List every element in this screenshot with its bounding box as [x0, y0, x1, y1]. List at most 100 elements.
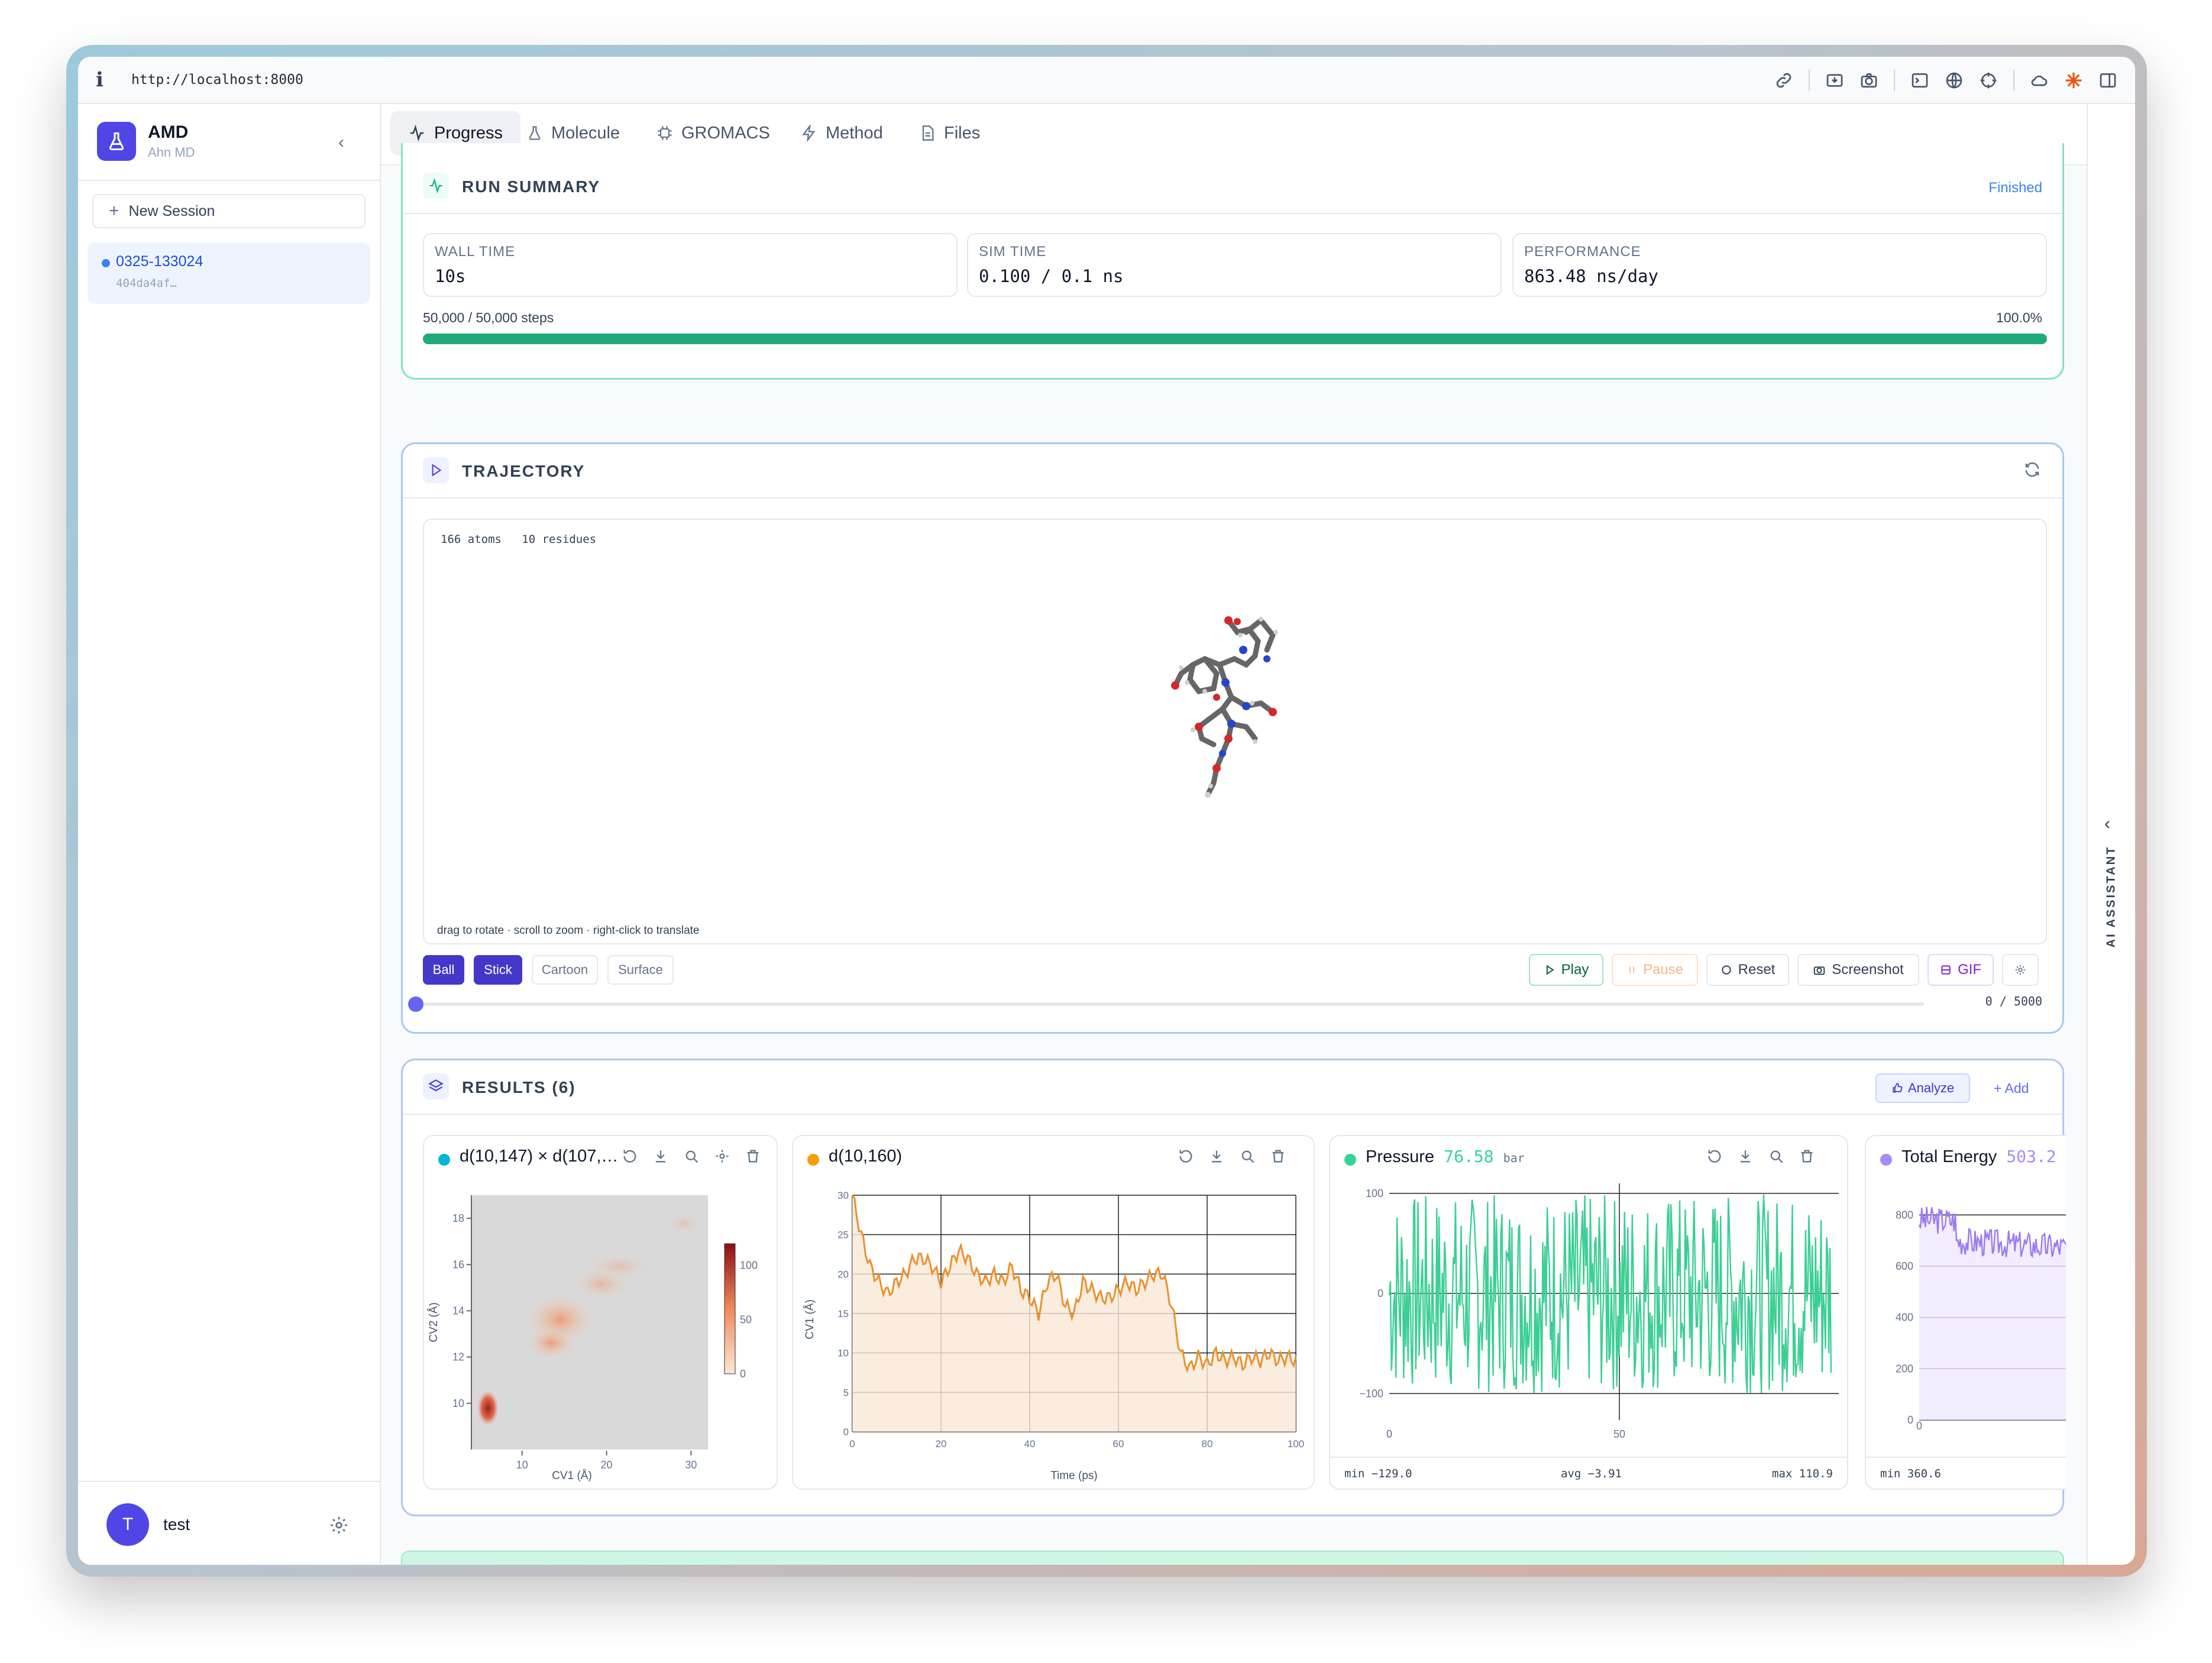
stat-avg: avg −3.91: [1561, 1467, 1622, 1480]
download-icon[interactable]: [652, 1148, 670, 1166]
browser-toolbar: i http://localhost:8000: [78, 57, 2135, 104]
collapse-sidebar-icon[interactable]: ‹: [338, 132, 344, 153]
heatmap-chart: 10 12 14 16 18 10 20 30 CV1 (Å) CV2 (Å) 0 50 100: [428, 1195, 758, 1482]
app-subtitle: Ahn MD: [148, 145, 195, 160]
results-title: RESULTS (6): [462, 1078, 576, 1096]
card-actions: [622, 1148, 762, 1166]
refresh-icon[interactable]: [1706, 1148, 1724, 1166]
expand-assistant-icon[interactable]: ‹: [2104, 814, 2110, 834]
refresh-icon[interactable]: [2023, 461, 2042, 480]
series-dot: [1344, 1154, 1356, 1166]
result-card-distance[interactable]: d(10,160) 0 5 10 15 20 25 30 0 20 40 60 80 100 Time …: [792, 1135, 1315, 1490]
thumb-icon: [1893, 1083, 1903, 1093]
cloud-icon[interactable]: [2030, 71, 2049, 90]
density-region: [667, 1214, 702, 1233]
steps-text: 50,000 / 50,000 steps: [423, 310, 554, 325]
residue-count: 10 residues: [522, 533, 597, 546]
trash-icon[interactable]: [1799, 1148, 1816, 1166]
result-value: 503.2: [2006, 1147, 2056, 1166]
card-divider: [403, 497, 2062, 499]
density-region: [590, 1254, 649, 1278]
stat-value: 0.100 / 0.1 ns: [979, 266, 1124, 286]
trash-icon[interactable]: [745, 1148, 762, 1166]
pressure-chart: −100 0 100 0 50: [1359, 1183, 1839, 1440]
refresh-icon[interactable]: [622, 1148, 639, 1166]
spark-icon[interactable]: [2064, 71, 2083, 90]
style-surface-button[interactable]: Surface: [607, 955, 674, 985]
viewer-settings-button[interactable]: [2002, 954, 2039, 986]
style-stick-button[interactable]: Stick: [474, 955, 522, 985]
sim-time-stat: SIM TIME 0.100 / 0.1 ns: [967, 233, 1502, 297]
sidebar-divider: [78, 180, 380, 181]
camera-icon[interactable]: [1859, 71, 1878, 90]
reset-button[interactable]: Reset: [1706, 954, 1789, 986]
settings-gear-icon[interactable]: [329, 1515, 349, 1535]
result-card-energy[interactable]: Total Energy 503.2 0 200 400 600 800 0 min 36…: [1865, 1135, 2066, 1490]
ai-assistant-label: AI ASSISTANT: [2104, 845, 2118, 948]
frame-slider-handle[interactable]: [408, 996, 423, 1012]
gear-icon[interactable]: [714, 1148, 732, 1166]
app-name: AMD: [148, 122, 189, 142]
stats-footer: min 360.6: [1866, 1457, 2066, 1489]
refresh-icon[interactable]: [1178, 1148, 1195, 1166]
x-ticks: 10 20 30: [516, 1451, 697, 1471]
style-ball-button[interactable]: Ball: [423, 955, 464, 985]
screenshot-button[interactable]: Screenshot: [1797, 954, 1919, 986]
download-icon[interactable]: [1208, 1148, 1226, 1166]
y-tick-label: 20: [837, 1269, 849, 1280]
session-item[interactable]: 0325-133024 404da4af…: [88, 242, 370, 304]
play-button[interactable]: Play: [1529, 954, 1603, 986]
user-name: test: [163, 1515, 190, 1533]
wall-time-stat: WALL TIME 10s: [423, 233, 958, 297]
zoom-icon[interactable]: [1768, 1148, 1786, 1166]
avatar[interactable]: T: [106, 1503, 149, 1546]
x-axis-label: CV1 (Å): [552, 1470, 592, 1482]
progress-percent: 100.0%: [1996, 310, 2042, 325]
x-tick-label: 30: [685, 1459, 697, 1471]
zoom-icon[interactable]: [683, 1148, 701, 1166]
gear-icon: [2015, 965, 2026, 975]
atom-count: 166 atoms: [441, 533, 502, 546]
trash-icon[interactable]: [1270, 1148, 1288, 1166]
download-icon[interactable]: [1737, 1148, 1755, 1166]
ai-assistant-panel[interactable]: ‹ AI ASSISTANT: [2087, 104, 2135, 1565]
result-card-pressure[interactable]: Pressure 76.58 bar −100 0 100 0 50 min −129.…: [1329, 1135, 1848, 1490]
result-card-heatmap[interactable]: d(10,147) × d(107,… 10 12 14 16 18 10 20…: [423, 1135, 778, 1490]
series-dot: [1880, 1154, 1892, 1166]
card-actions: [1178, 1148, 1288, 1166]
analyze-button[interactable]: Analyze: [1875, 1073, 1970, 1103]
x-tick-label: 10: [516, 1459, 528, 1471]
tab-label: Progress: [434, 123, 503, 143]
download-icon[interactable]: [1825, 71, 1844, 90]
result-title: Pressure: [1366, 1147, 1435, 1166]
frame-counter: 0 / 5000: [1985, 994, 2042, 1008]
density-peak: [477, 1390, 499, 1426]
link-icon[interactable]: [1774, 71, 1793, 90]
globe-icon[interactable]: [1945, 71, 1964, 90]
energy-chart: 0 200 400 600 800 0: [1896, 1206, 2066, 1432]
style-cartoon-button[interactable]: Cartoon: [532, 955, 598, 985]
plus-icon: +: [109, 201, 119, 221]
frame-slider[interactable]: [408, 996, 1924, 1012]
gif-label: GIF: [1958, 962, 1981, 978]
flask-icon: [529, 126, 541, 140]
pause-button[interactable]: Pause: [1612, 954, 1698, 986]
zoom-icon[interactable]: [1239, 1148, 1257, 1166]
result-unit: bar: [1503, 1151, 1525, 1165]
y-tick-label: 30: [837, 1190, 849, 1201]
y-tick-label: 16: [452, 1258, 464, 1270]
add-result-button[interactable]: + Add: [1994, 1080, 2029, 1096]
bolt-icon: [802, 125, 816, 141]
crosshair-icon[interactable]: [1979, 71, 1998, 90]
info-icon[interactable]: i: [96, 68, 131, 92]
run-summary-card: RUN SUMMARY Finished WALL TIME 10s SIM T…: [401, 143, 2064, 380]
molecule-viewer[interactable]: 166 atoms 10 residues drag to rotate · s…: [423, 519, 2047, 944]
result-title: d(10,147) × d(107,…: [460, 1147, 619, 1166]
terminal-icon[interactable]: [1910, 71, 1929, 90]
gif-button[interactable]: GIF: [1928, 954, 1994, 986]
new-session-label: New Session: [128, 202, 215, 219]
split-view-icon[interactable]: [2098, 71, 2117, 90]
colorbar-ticks: 0 50 100: [740, 1260, 758, 1380]
url-field[interactable]: http://localhost:8000: [131, 72, 303, 88]
new-session-button[interactable]: + New Session: [92, 194, 366, 228]
